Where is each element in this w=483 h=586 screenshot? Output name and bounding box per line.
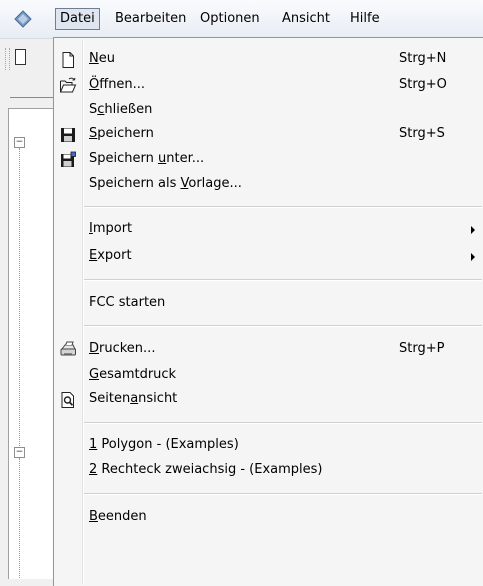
app-icon — [14, 10, 32, 28]
menu-bearbeiten[interactable]: Bearbeiten — [111, 9, 190, 29]
print-preview-icon — [61, 392, 74, 408]
menu-item-save-as[interactable]: Speichern unter... — [54, 148, 483, 172]
menu-item-import[interactable]: Import — [54, 218, 483, 242]
save-disk-icon — [61, 128, 75, 142]
menu-item-save[interactable]: Speichern Strg+S — [54, 123, 483, 147]
shortcut-label: Strg+P — [399, 341, 445, 356]
menu-item-label: Gesamtdruck — [89, 367, 177, 382]
menu-item-label: Drucken... — [89, 341, 156, 356]
menu-item-print-preview[interactable]: Seitenansicht — [54, 388, 483, 412]
tree-collapse-icon[interactable]: − — [14, 447, 25, 458]
menu-separator — [84, 493, 482, 495]
printer-icon — [60, 341, 76, 356]
tree-collapse-icon[interactable]: − — [14, 137, 25, 148]
menu-item-label: Neu — [89, 51, 115, 66]
menubar: Datei Bearbeiten Optionen Ansicht Hilfe — [0, 0, 483, 39]
menu-item-print[interactable]: Drucken... Strg+P — [54, 338, 483, 362]
menu-item-save-template[interactable]: Speichern als Vorlage... — [54, 173, 483, 197]
menu-ansicht[interactable]: Ansicht — [278, 9, 334, 29]
submenu-arrow-icon — [471, 253, 475, 261]
menu-item-label: Seitenansicht — [89, 391, 178, 406]
menu-item-export[interactable]: Export — [54, 245, 483, 269]
menu-item-label: Speichern als Vorlage... — [89, 176, 242, 191]
menu-item-label: Export — [89, 248, 132, 263]
menu-separator — [84, 279, 482, 281]
menu-item-close[interactable]: Schließen — [54, 99, 483, 123]
menu-item-label: Öffnen... — [89, 77, 146, 92]
menu-item-label: Speichern unter... — [89, 151, 205, 166]
menu-separator — [84, 422, 482, 424]
menu-item-label: Beenden — [89, 509, 147, 524]
toolbar-grip[interactable] — [5, 48, 10, 70]
menu-item-label: FCC starten — [89, 295, 166, 310]
save-as-icon — [61, 151, 76, 167]
menu-item-open[interactable]: Öffnen... Strg+O — [54, 74, 483, 98]
divider — [10, 97, 58, 98]
menu-item-new[interactable]: Neu Strg+N — [54, 48, 483, 72]
open-folder-icon — [60, 77, 77, 93]
menu-item-fcc-start[interactable]: FCC starten — [54, 292, 483, 316]
menu-separator — [84, 206, 482, 208]
menu-item-label: Speichern — [89, 126, 154, 141]
menu-item-label: 2 Rechteck zweiachsig - (Examples) — [89, 462, 323, 477]
menu-item-label: Import — [89, 221, 133, 236]
toolbar-new-button[interactable] — [15, 49, 26, 65]
menu-item-recent-2[interactable]: 2 Rechteck zweiachsig - (Examples) — [54, 459, 483, 483]
submenu-arrow-icon — [471, 226, 475, 234]
shortcut-label: Strg+O — [399, 77, 447, 92]
menu-item-recent-1[interactable]: 1 Polygon - (Examples) — [54, 434, 483, 458]
menu-item-print-all[interactable]: Gesamtdruck — [54, 364, 483, 388]
tree-connector — [19, 148, 20, 446]
menu-hilfe[interactable]: Hilfe — [346, 9, 384, 29]
menu-item-label: Schließen — [89, 102, 153, 117]
tree-connector — [19, 458, 20, 578]
shortcut-label: Strg+S — [399, 126, 445, 141]
menu-item-exit[interactable]: Beenden — [54, 506, 483, 530]
new-document-icon — [62, 52, 74, 68]
menu-item-label: 1 Polygon - (Examples) — [89, 437, 239, 452]
menu-optionen[interactable]: Optionen — [196, 9, 264, 29]
menu-separator — [84, 325, 482, 327]
file-menu-dropdown: Neu Strg+N Öffnen... Strg+O Schließen Sp… — [53, 37, 483, 586]
shortcut-label: Strg+N — [399, 51, 447, 66]
menu-datei[interactable]: Datei — [55, 8, 100, 30]
